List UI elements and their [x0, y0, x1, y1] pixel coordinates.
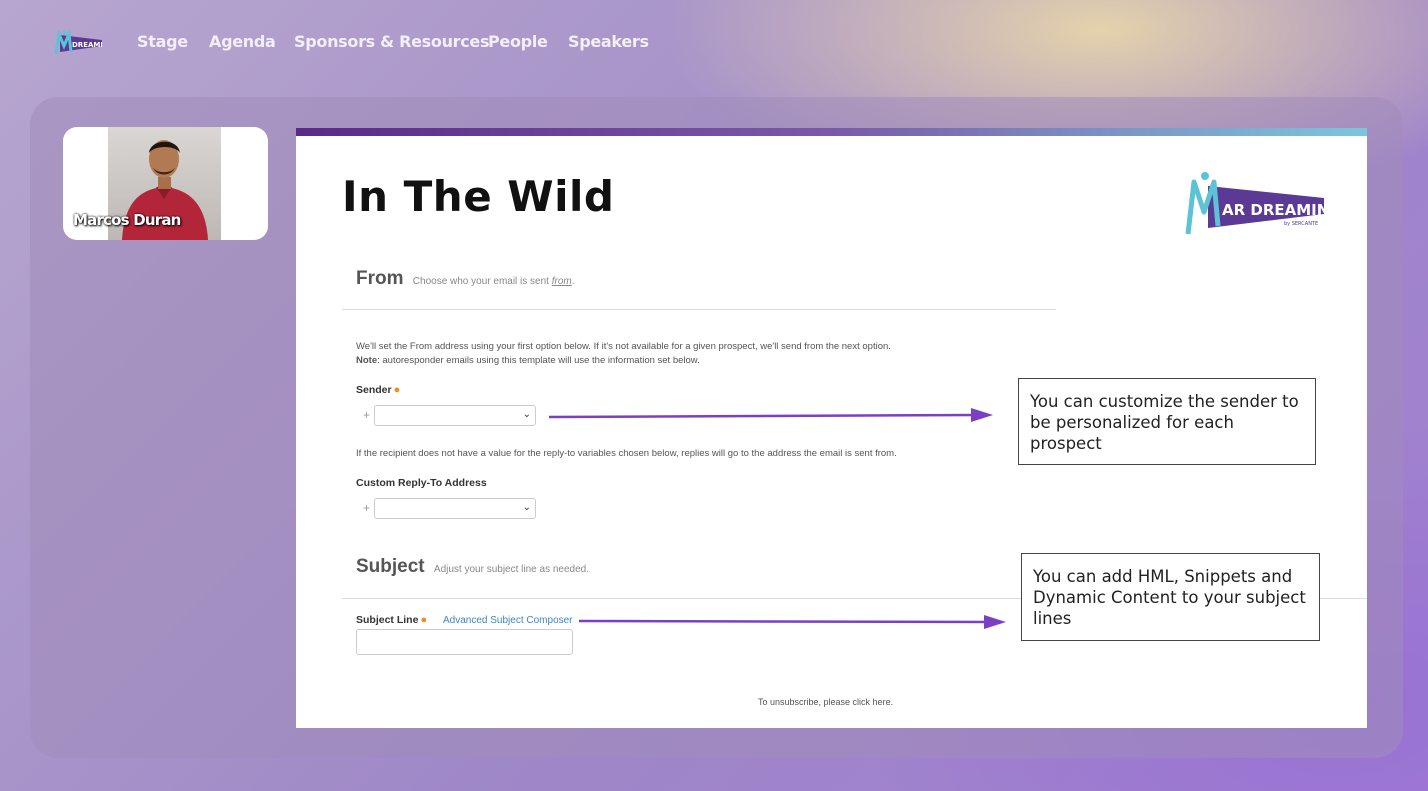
- arrow-head-icon: [984, 615, 1006, 629]
- subject-callout: You can add HML, Snippets and Dynamic Co…: [1021, 553, 1320, 641]
- top-nav: DREAMIN Stage Agenda Sponsors & Resource…: [0, 0, 1428, 86]
- nav-sponsors-resources[interactable]: Sponsors & Resources: [294, 32, 490, 51]
- speaker-video-tile[interactable]: Marcos Duran: [63, 127, 268, 240]
- subject-arrow: [578, 619, 992, 624]
- arrow-head-icon: [971, 408, 993, 422]
- nav-agenda[interactable]: Agenda: [209, 32, 276, 51]
- nav-speakers[interactable]: Speakers: [568, 32, 649, 51]
- nav-people[interactable]: People: [488, 32, 548, 51]
- mar-dreamin-logo-icon[interactable]: DREAMIN: [52, 30, 102, 56]
- nav-stage[interactable]: Stage: [137, 32, 188, 51]
- sender-arrow: [548, 413, 979, 419]
- speaker-name: Marcos Duran: [73, 211, 181, 229]
- sender-callout: You can customize the sender to be perso…: [1018, 378, 1316, 465]
- presentation-slide: In The Wild AR DREAMIN by SERCANTE From …: [296, 128, 1367, 728]
- svg-text:DREAMIN: DREAMIN: [72, 41, 102, 49]
